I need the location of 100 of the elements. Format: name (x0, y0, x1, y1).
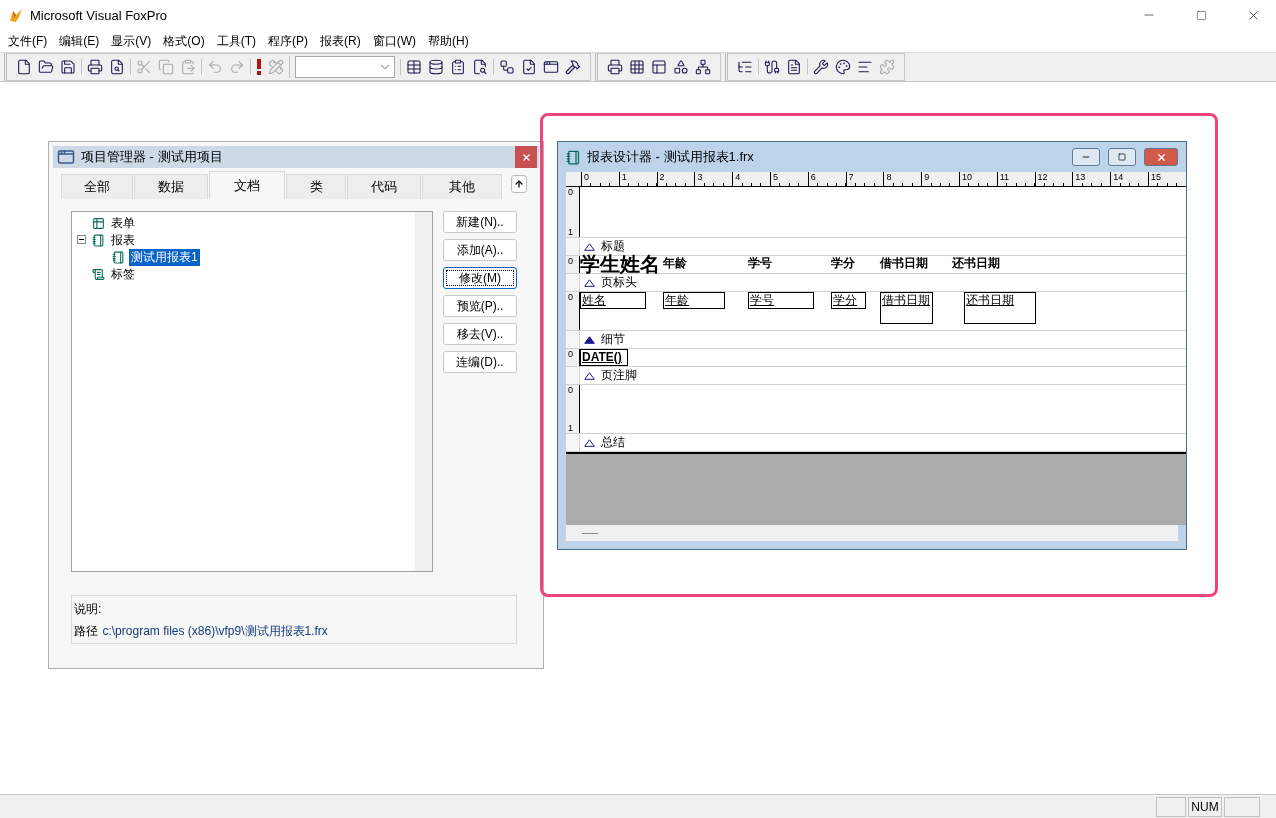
report-field[interactable]: DATE() (580, 349, 628, 366)
minimize-button[interactable] (1072, 148, 1100, 166)
shapes-icon[interactable] (673, 59, 689, 75)
ruler-number: 1 (567, 227, 574, 237)
menu-item[interactable]: 文件(F) (2, 32, 54, 50)
tree-item[interactable]: 标签 (109, 265, 137, 283)
list-icon[interactable] (737, 59, 753, 75)
ruler-number: 12 (1034, 172, 1073, 186)
tab[interactable]: 数据 (134, 174, 208, 199)
action-button[interactable]: 连编(D).. (443, 351, 517, 373)
folder-icon[interactable] (38, 59, 54, 75)
report-label[interactable]: 学号 (748, 256, 772, 270)
floppy-icon[interactable] (60, 59, 76, 75)
clipboard-list-icon[interactable] (450, 59, 466, 75)
tab[interactable]: 全部 (61, 174, 133, 199)
ruler-number: 15 (1147, 172, 1186, 186)
report-field[interactable]: 还书日期 (964, 292, 1036, 324)
ruler-number: 0 (567, 385, 574, 395)
arrow-up-icon (514, 179, 524, 189)
scroll-icon (92, 267, 105, 281)
hammer-icon[interactable] (565, 59, 581, 75)
tab[interactable]: 代码 (347, 174, 421, 199)
band-bar[interactable]: 页标头 (566, 273, 1186, 292)
report-label[interactable]: 年龄 (663, 256, 687, 270)
menu-item[interactable]: 显示(V) (105, 32, 158, 50)
menu-item[interactable]: 报表(R) (314, 32, 367, 50)
action-button[interactable]: 添加(A).. (443, 239, 517, 261)
close-icon (520, 151, 532, 163)
collapse-icon[interactable] (77, 235, 86, 244)
band-label: 页注脚 (601, 367, 637, 384)
description-label: 说明: (74, 601, 103, 618)
report-label[interactable]: 学生姓名 (580, 253, 660, 275)
page-magnifier-icon[interactable] (109, 59, 125, 75)
restore-button[interactable] (1108, 148, 1136, 166)
maximize-icon (1195, 9, 1207, 21)
window-title: 项目管理器 - 测试用项目 (81, 148, 224, 166)
panels-icon[interactable] (651, 59, 667, 75)
workflow-icon[interactable] (499, 59, 515, 75)
menu-item[interactable]: 格式(O) (157, 32, 211, 50)
band-bar[interactable]: 细节 (566, 330, 1186, 349)
menu-item[interactable]: 窗口(W) (366, 32, 422, 50)
grid-icon[interactable] (629, 59, 645, 75)
status-indicator: NUM (1188, 796, 1222, 817)
ruler-number: 11 (996, 172, 1035, 186)
report-field[interactable]: 姓名 (580, 292, 646, 309)
ruler-number: 1 (618, 172, 657, 186)
action-button[interactable]: 预览(P).. (443, 295, 517, 317)
path-label: 路径 (74, 624, 98, 638)
band-label: 总结 (601, 434, 625, 451)
wrench-icon[interactable] (813, 59, 829, 75)
page-icon[interactable] (16, 59, 32, 75)
palette-icon[interactable] (835, 59, 851, 75)
notebook-icon (92, 233, 105, 247)
ruler-number: 14 (1110, 172, 1148, 186)
menu-item[interactable]: 程序(P) (262, 32, 314, 50)
document-icon[interactable] (786, 59, 802, 75)
menu-item[interactable]: 帮助(H) (422, 32, 475, 50)
collapse-button[interactable] (511, 175, 527, 193)
scrollbar[interactable] (415, 212, 432, 571)
tab[interactable]: 类 (286, 174, 346, 199)
report-label[interactable]: 学分 (831, 256, 855, 270)
ruler-number: 1 (567, 423, 574, 433)
window-icon (57, 148, 75, 166)
exclamation-icon[interactable] (256, 59, 262, 75)
close-button[interactable] (515, 146, 537, 168)
close-button[interactable] (1144, 148, 1178, 166)
tab[interactable]: 文档 (209, 171, 285, 199)
tree-item[interactable]: 表单 (109, 214, 137, 232)
report-label[interactable]: 还书日期 (952, 256, 1000, 270)
band-bar[interactable]: 总结 (566, 433, 1186, 452)
action-button[interactable]: 新建(N).. (443, 211, 517, 233)
band-label: 标题 (601, 238, 625, 254)
report-field[interactable]: 借书日期 (880, 292, 933, 324)
page-check-icon[interactable] (521, 59, 537, 75)
menu-item[interactable]: 编辑(E) (53, 32, 106, 50)
tree-item[interactable]: 报表 (109, 231, 137, 249)
cable-icon[interactable] (764, 59, 780, 75)
printer-icon[interactable] (607, 59, 623, 75)
report-field[interactable]: 学号 (748, 292, 814, 309)
ruler-number: 2 (656, 172, 695, 186)
report-label[interactable]: 借书日期 (880, 256, 928, 270)
ruler-number: 7 (845, 172, 884, 186)
tree-item[interactable]: 测试用报表1 (129, 248, 200, 266)
menu-item[interactable]: 工具(T) (210, 32, 262, 50)
align-left-icon[interactable] (857, 59, 873, 75)
window-icon[interactable] (543, 59, 559, 75)
tab[interactable]: 其他 (422, 174, 502, 199)
printer-icon[interactable] (87, 59, 103, 75)
action-button[interactable]: 修改(M) (443, 267, 517, 289)
report-field[interactable]: 年龄 (663, 292, 725, 309)
database-icon[interactable] (428, 59, 444, 75)
ruler-number: 0 (567, 256, 574, 266)
table-icon[interactable] (406, 59, 422, 75)
network-icon[interactable] (695, 59, 711, 75)
page-magnifier-icon[interactable] (472, 59, 488, 75)
report-field[interactable]: 学分 (831, 292, 866, 309)
ruler-number: 8 (883, 172, 922, 186)
action-button[interactable]: 移去(V).. (443, 323, 517, 345)
band-bar[interactable]: 页注脚 (566, 366, 1186, 385)
restore-icon (1118, 153, 1126, 161)
